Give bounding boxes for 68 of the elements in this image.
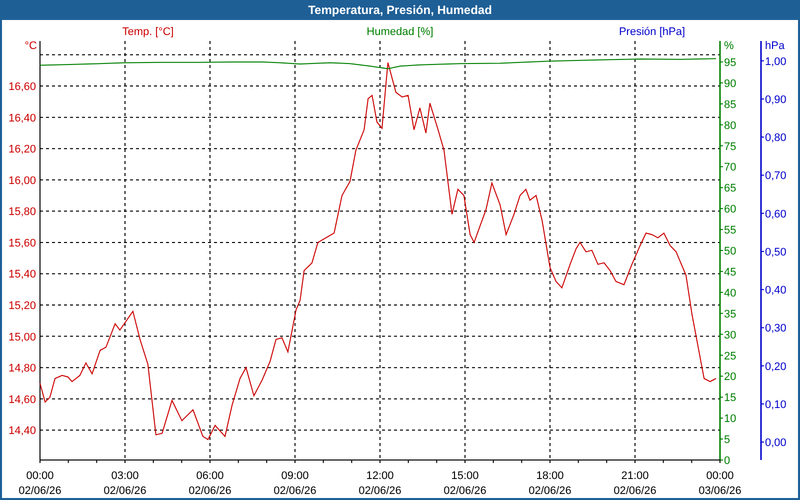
tick-label: 80	[724, 120, 736, 132]
tick-label: 15,20	[8, 300, 36, 312]
tick-label: 0	[724, 455, 730, 467]
tick-label: 06:00	[196, 470, 224, 482]
tick-label: 14,80	[8, 362, 36, 375]
tick-label: 1,00	[765, 56, 786, 68]
tick-label: 50	[724, 246, 736, 258]
window-title: Temperatura, Presión, Humedad	[307, 2, 493, 19]
tick-label: 0,30	[765, 322, 786, 335]
date-label: 02/06/26	[614, 485, 656, 497]
tick-label: 55	[724, 224, 736, 237]
tick-label: 15,00	[8, 331, 36, 344]
tick-label: 5	[724, 434, 730, 446]
tick-label: 00:00	[26, 470, 54, 482]
date-label: 02/06/26	[444, 485, 486, 497]
tick-label: 0,20	[765, 360, 786, 373]
tick-label: 25	[724, 350, 736, 362]
tick-label: 16,20	[8, 144, 36, 156]
tick-label: 45	[724, 266, 736, 278]
tick-label: 0,60	[765, 208, 786, 220]
tick-label: 95	[724, 56, 736, 69]
tick-label: 21:00	[621, 470, 649, 482]
unit-label: %	[724, 40, 734, 52]
date-label: 03/06/26	[698, 485, 742, 497]
tick-label: 16,40	[8, 112, 36, 124]
tick-label: 14,40	[8, 425, 36, 438]
tick-label: 35	[724, 308, 736, 320]
legend-label: Temp. [°C]	[122, 26, 174, 38]
tick-label: 0,10	[765, 398, 786, 411]
tick-label: 15,40	[8, 268, 36, 281]
tick-label: 0,80	[765, 132, 786, 144]
tick-label: 10	[724, 413, 736, 426]
tick-label: 16,60	[8, 81, 36, 94]
date-label: 02/06/26	[188, 485, 232, 497]
tick-label: 65	[724, 182, 736, 195]
tick-label: 0,40	[765, 284, 786, 297]
tick-label: 03:00	[111, 470, 139, 482]
legend-label: Presión [hPa]	[618, 26, 686, 38]
tick-label: 14,60	[8, 394, 36, 406]
unit-label: hPa	[765, 40, 785, 52]
tick-label: 70	[724, 162, 736, 174]
tick-label: 75	[724, 140, 736, 153]
tick-label: 15:00	[451, 470, 479, 482]
unit-label: °C	[24, 40, 37, 52]
tick-label: 15,80	[8, 206, 36, 218]
date-label: 02/06/26	[18, 485, 62, 497]
tick-label: 12:00	[366, 470, 394, 482]
tick-label: 0,70	[765, 170, 786, 182]
date-label: 02/06/26	[358, 485, 402, 497]
tick-label: 85	[724, 98, 736, 111]
date-label: 02/06/26	[528, 485, 572, 497]
tick-label: 0,00	[765, 437, 786, 450]
date-label: 02/06/26	[104, 485, 146, 497]
tick-label: 40	[724, 287, 736, 300]
tick-label: 0,50	[765, 246, 786, 258]
tick-label: 60	[724, 204, 736, 216]
date-label: 02/06/26	[274, 485, 316, 497]
tick-label: 09:00	[281, 470, 309, 482]
tick-label: 00:00	[706, 470, 734, 482]
tick-label: 15,60	[8, 237, 36, 250]
tick-label: 20	[724, 371, 736, 384]
tick-label: 90	[724, 78, 736, 90]
tick-label: 16,00	[8, 174, 36, 187]
tick-label: 0,90	[765, 94, 786, 106]
tick-label: 30	[724, 329, 736, 342]
tick-label: 18:00	[536, 470, 564, 482]
tick-label: 15	[724, 392, 736, 404]
legend-label: Humedad [%]	[366, 26, 434, 38]
